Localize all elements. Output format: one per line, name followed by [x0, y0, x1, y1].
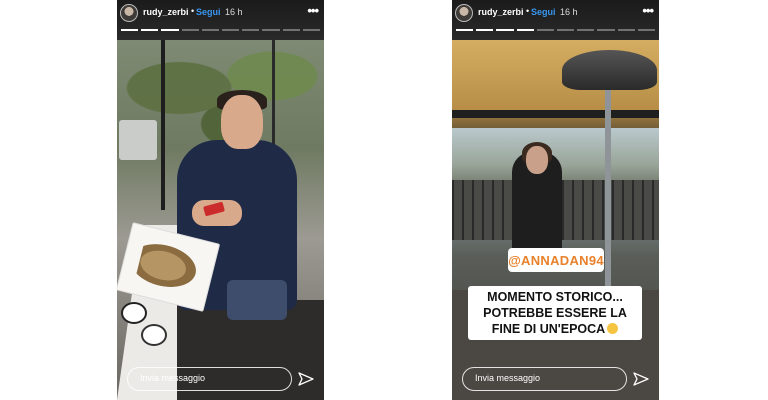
- caption-line: FINE DI UN'EPOCA: [472, 321, 638, 337]
- reply-input[interactable]: Invia messaggio: [462, 367, 627, 391]
- story-header: rudy_zerbi • Segui 16 h •••: [452, 0, 659, 40]
- story-photo-terrace: [452, 40, 659, 400]
- mention-sticker[interactable]: @ANNADAN94: [508, 248, 604, 272]
- caption-line: POTREBBE ESSERE LA: [483, 306, 627, 320]
- progress-segment: [496, 29, 514, 31]
- progress-segment: [181, 29, 199, 31]
- progress-segment: [242, 29, 260, 31]
- progress-segment: [141, 29, 159, 31]
- username[interactable]: rudy_zerbi: [143, 7, 189, 17]
- send-icon[interactable]: [298, 372, 314, 386]
- grinning-sweat-emoji-icon: [607, 323, 619, 334]
- avatar[interactable]: [455, 4, 473, 22]
- caption-sticker: MOMENTO STORICO... POTREBBE ESSERE LA FI…: [468, 286, 642, 340]
- more-icon[interactable]: •••: [307, 3, 319, 18]
- more-icon[interactable]: •••: [642, 3, 654, 18]
- progress-segment: [577, 29, 595, 31]
- progress-segment: [201, 29, 220, 31]
- reply-input[interactable]: Invia messaggio: [127, 367, 292, 391]
- progress-segment: [121, 29, 139, 31]
- progress-segment: [282, 29, 300, 31]
- reply-placeholder: Invia messaggio: [475, 373, 541, 383]
- post-time: 16 h: [225, 7, 243, 17]
- post-time: 16 h: [560, 7, 578, 17]
- progress-segment: [557, 29, 575, 31]
- progress-segment: [222, 29, 240, 31]
- story-progress-bar: [456, 29, 656, 31]
- username[interactable]: rudy_zerbi: [478, 7, 524, 17]
- instagram-story-right: rudy_zerbi • Segui 16 h ••• @ANNADAN94 M…: [452, 0, 659, 400]
- progress-segment: [617, 29, 635, 31]
- story-header: rudy_zerbi • Segui 16 h •••: [117, 0, 324, 40]
- story-progress-bar: [121, 29, 321, 31]
- progress-segment: [456, 29, 474, 31]
- progress-segment: [302, 29, 321, 31]
- instagram-story-left: rudy_zerbi • Segui 16 h ••• Invia messag…: [117, 0, 324, 400]
- story-photo-restaurant: [117, 40, 324, 400]
- progress-segment: [516, 29, 534, 31]
- follow-button[interactable]: Segui: [196, 7, 221, 17]
- progress-segment: [262, 29, 280, 31]
- progress-segment: [536, 29, 555, 31]
- reply-placeholder: Invia messaggio: [140, 373, 206, 383]
- avatar[interactable]: [120, 4, 138, 22]
- progress-segment: [637, 29, 656, 31]
- follow-button[interactable]: Segui: [531, 7, 556, 17]
- separator-dot: •: [191, 6, 195, 16]
- progress-segment: [161, 29, 179, 31]
- send-icon[interactable]: [633, 372, 649, 386]
- separator-dot: •: [526, 6, 530, 16]
- progress-segment: [476, 29, 494, 31]
- caption-line: MOMENTO STORICO...: [487, 290, 623, 304]
- progress-segment: [597, 29, 615, 31]
